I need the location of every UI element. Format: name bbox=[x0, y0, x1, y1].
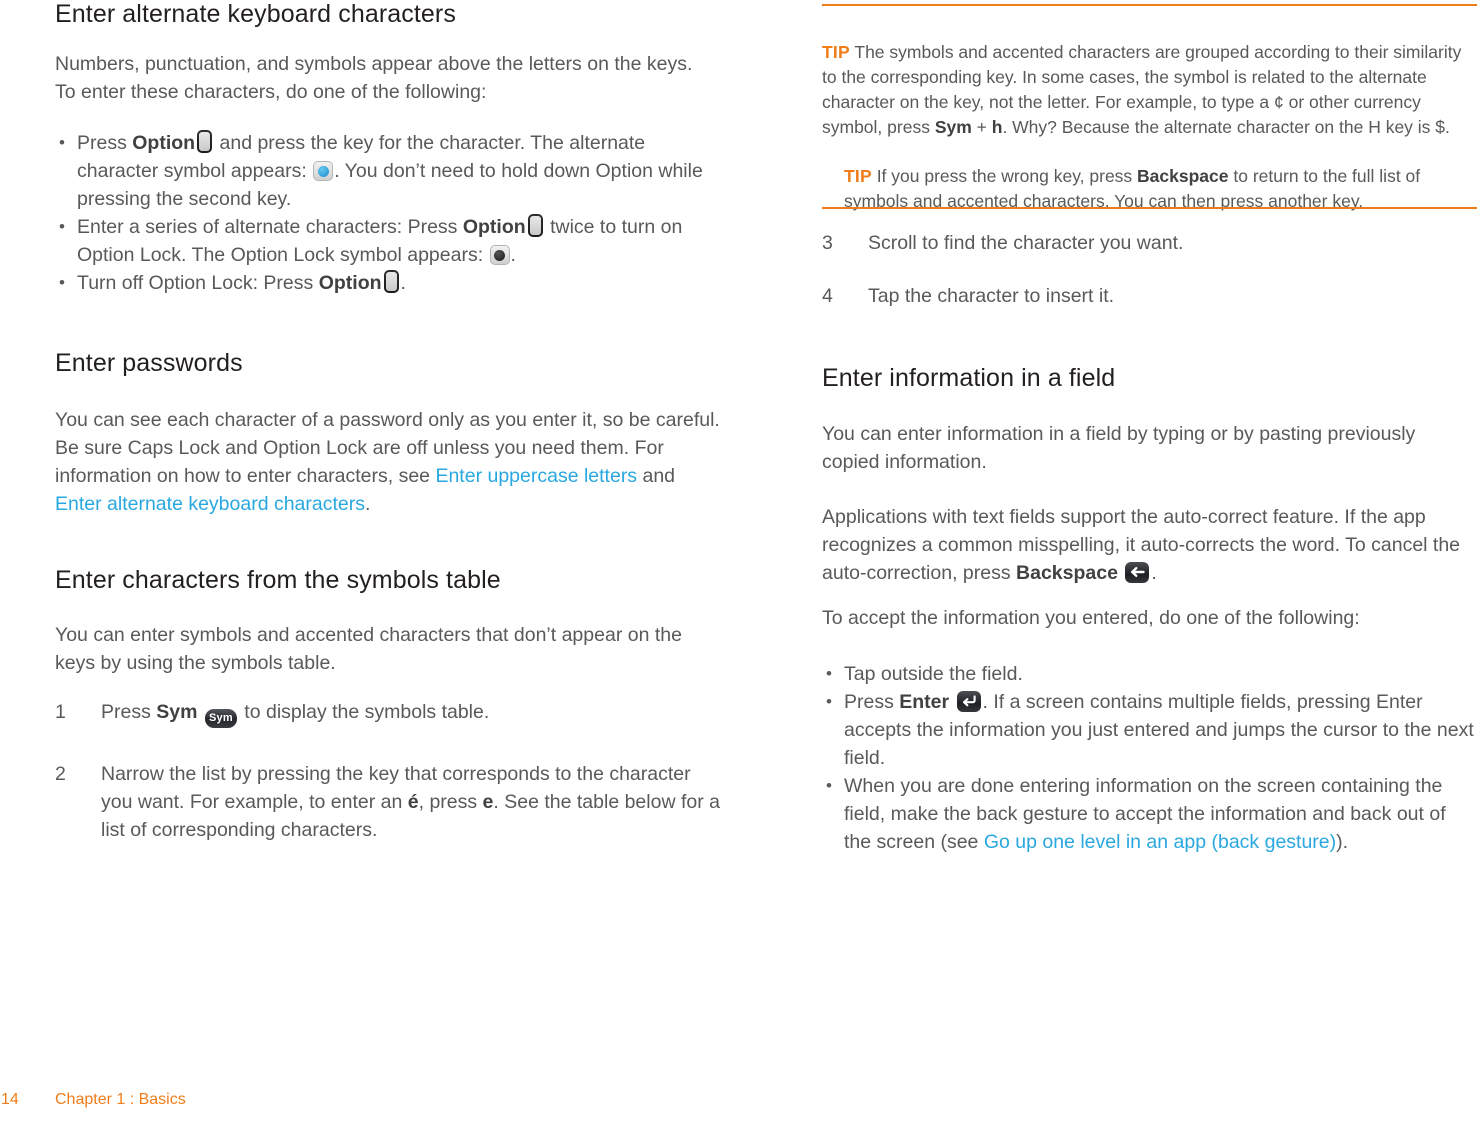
option-keyword: Option bbox=[132, 132, 196, 154]
enter-keyword: Enter bbox=[899, 691, 950, 713]
step-1: 1 Press Sym Sym to display the symbols t… bbox=[55, 698, 720, 728]
tip1-text-b: + bbox=[971, 116, 992, 137]
alternate-characters-bullet-list: Press Option and press the key for the c… bbox=[55, 129, 720, 297]
auto-correct-paragraph: Applications with text fields support th… bbox=[822, 503, 1477, 587]
step-1-number: 1 bbox=[55, 701, 66, 723]
footer-chapter-label: Chapter 1 : Basics bbox=[55, 1091, 186, 1108]
step-1-text: Press Sym Sym to display the symbols tab… bbox=[101, 698, 720, 728]
symbols-table-steps-continued: 3 Scroll to find the character you want.… bbox=[822, 229, 1472, 310]
list-item: Press Enter . If a screen contains multi… bbox=[822, 688, 1477, 772]
link-go-up-one-level-back-gesture[interactable]: Go up one level in an app (back gesture) bbox=[984, 831, 1336, 853]
list-item: Enter a series of alternate characters: … bbox=[55, 213, 720, 269]
footer-page-number: 14 bbox=[1, 1091, 19, 1108]
manual-page: Enter alternate keyboard characters Numb… bbox=[0, 0, 1481, 1123]
step-3-text: Scroll to find the character you want. bbox=[868, 232, 1184, 254]
h-keyword: h bbox=[991, 116, 1003, 137]
sym-key-icon: Sym bbox=[204, 709, 237, 728]
bullet-1-text-a: Press bbox=[77, 132, 133, 154]
section-title-enter-passwords: Enter passwords bbox=[55, 349, 243, 377]
option-key-icon bbox=[527, 214, 543, 237]
section-title-symbols-table: Enter characters from the symbols table bbox=[55, 566, 501, 594]
step-4-number: 4 bbox=[822, 285, 833, 307]
bullet-3-text-b: . bbox=[400, 272, 406, 294]
accept-bullet-2-text-a: Press bbox=[844, 691, 900, 713]
backspace-key-icon bbox=[1125, 562, 1150, 583]
link-enter-alternate-keyboard-characters[interactable]: Enter alternate keyboard characters bbox=[55, 493, 365, 515]
accept-bullet-3-text-b: ). bbox=[1336, 831, 1349, 853]
divider-top bbox=[822, 4, 1477, 6]
step-1-text-a: Press bbox=[101, 701, 157, 723]
step-3: 3 Scroll to find the character you want. bbox=[822, 229, 1472, 257]
option-keyword: Option bbox=[462, 216, 526, 238]
tip1-text-c: . Why? Because the alternate character o… bbox=[1002, 116, 1450, 137]
enter-information-intro: You can enter information in a field by … bbox=[822, 423, 1416, 473]
tip-symbols-grouping: TIP The symbols and accented characters … bbox=[822, 40, 1472, 140]
bullet-3-text-a: Turn off Option Lock: Press bbox=[77, 272, 319, 294]
enter-passwords-paragraph: You can see each character of a password… bbox=[55, 406, 720, 518]
link-enter-uppercase-letters[interactable]: Enter uppercase letters bbox=[435, 465, 637, 487]
step-3-number: 3 bbox=[822, 232, 833, 254]
step-1-text-b: to display the symbols table. bbox=[238, 701, 490, 723]
list-item: Tap outside the field. bbox=[822, 660, 1477, 688]
option-keyword: Option bbox=[318, 272, 382, 294]
tip-wrong-key: TIP If you press the wrong key, press Ba… bbox=[822, 164, 1476, 214]
option-lock-symbol-icon bbox=[489, 245, 510, 265]
alternate-characters-intro: Numbers, punctuation, and symbols appear… bbox=[55, 53, 693, 103]
option-key-icon bbox=[383, 270, 399, 293]
divider-bottom bbox=[822, 207, 1477, 209]
enter-key-icon bbox=[956, 691, 981, 712]
section-title-enter-information-in-a-field: Enter information in a field bbox=[822, 364, 1116, 392]
e-keyword: e bbox=[482, 791, 494, 813]
step-4: 4 Tap the character to insert it. bbox=[822, 282, 1472, 310]
symbols-table-intro: You can enter symbols and accented chara… bbox=[55, 624, 682, 674]
accept-bullet-1-text: Tap outside the field. bbox=[844, 663, 1023, 685]
step-2-number: 2 bbox=[55, 763, 66, 785]
sym-keyword: Sym bbox=[156, 701, 198, 723]
e-acute-keyword: é bbox=[407, 791, 419, 813]
step-2-text: Narrow the list by pressing the key that… bbox=[101, 760, 720, 844]
tip-label: TIP bbox=[822, 41, 850, 62]
alternate-character-symbol-icon bbox=[313, 161, 334, 181]
passwords-text-c: . bbox=[365, 493, 371, 515]
page-title: Enter alternate keyboard characters bbox=[55, 0, 456, 28]
list-item: Turn off Option Lock: Press Option. bbox=[55, 269, 720, 297]
list-item: Press Option and press the key for the c… bbox=[55, 129, 720, 213]
step-4-text: Tap the character to insert it. bbox=[868, 285, 1115, 307]
sym-keyword: Sym bbox=[934, 116, 972, 137]
tip2-text-a: If you press the wrong key, press bbox=[871, 165, 1138, 186]
list-item: When you are done entering information o… bbox=[822, 772, 1477, 856]
bullet-2-text-c: . bbox=[510, 244, 516, 266]
symbols-table-steps: 1 Press Sym Sym to display the symbols t… bbox=[55, 698, 720, 844]
tip-label: TIP bbox=[844, 165, 872, 186]
accept-information-intro: To accept the information you entered, d… bbox=[822, 607, 1360, 629]
bullet-2-text-a: Enter a series of alternate characters: … bbox=[77, 216, 463, 238]
accept-information-bullet-list: Tap outside the field. Press Enter . If … bbox=[822, 660, 1477, 856]
backspace-keyword: Backspace bbox=[1137, 165, 1229, 186]
step-2-text-b: , press bbox=[418, 791, 483, 813]
step-2: 2 Narrow the list by pressing the key th… bbox=[55, 760, 720, 844]
autocorrect-text-b: . bbox=[1151, 562, 1157, 584]
passwords-text-b: and bbox=[637, 465, 676, 487]
backspace-keyword: Backspace bbox=[1016, 562, 1118, 584]
option-key-icon bbox=[197, 130, 213, 153]
